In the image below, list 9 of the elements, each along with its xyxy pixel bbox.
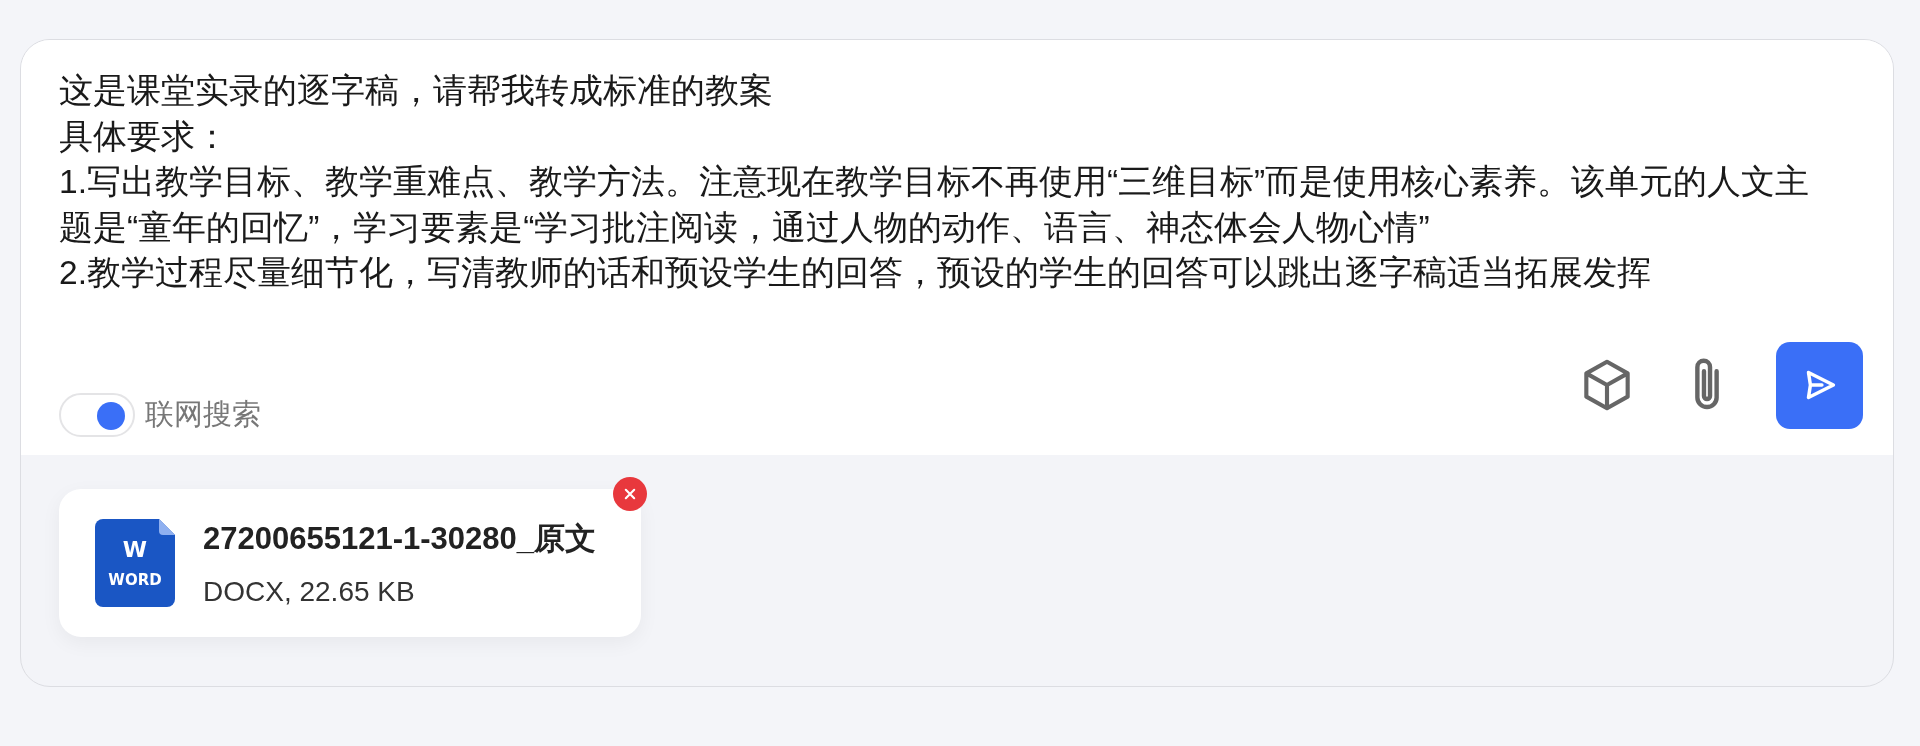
file-details: DOCX, 22.65 KB — [203, 576, 416, 608]
send-button[interactable] — [1776, 341, 1863, 429]
file-name: 27200655121-1-30280_原文 — [203, 520, 596, 558]
prompt-text[interactable]: 这是课堂实录的逐字稿，请帮我转成标准的教案 具体要求： 1.写出教学目标、教学重难点、教学方法。注意现在教学目标不再使用“三维目标”而是使用核心素养。该单元的人文主 题是“童年的回忆”，学习要素是“学习批注阅读，通过人物的动作、语言、神态体会人物心情” 2.教学过程尽量细节化，写清教师的话和预设学生的回答，预设的学生的回答可以跳出逐字稿适当拓展发挥 — [59, 68, 1855, 333]
close-icon — [623, 487, 637, 501]
toggle-switch[interactable] — [59, 393, 135, 437]
document-icon: W WORD — [95, 519, 175, 607]
toggle-label: 联网搜索 — [145, 397, 261, 432]
remove-button[interactable] — [613, 477, 647, 511]
